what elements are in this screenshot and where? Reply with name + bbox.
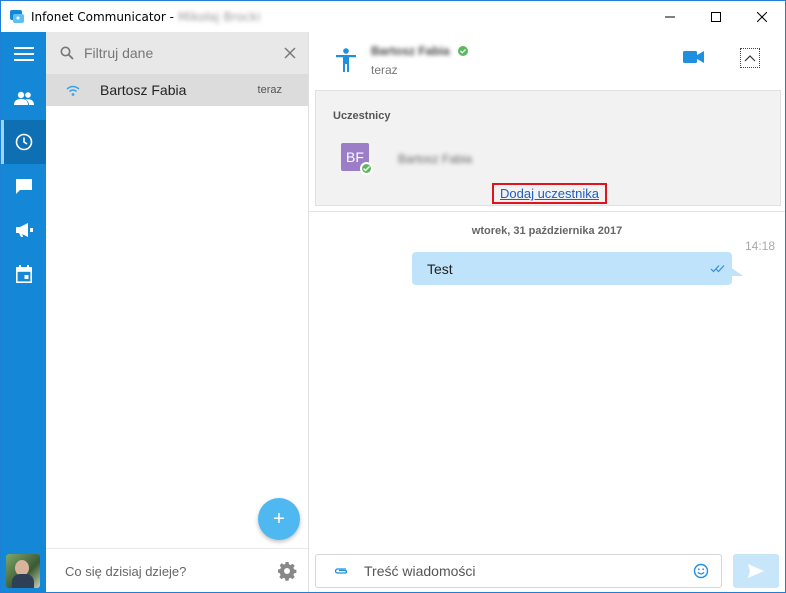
filter-bar: Filtruj dane [46,32,308,74]
sidebar-item-announcements[interactable] [1,208,46,252]
add-participant-link[interactable]: Dodaj uczestnika [492,183,607,204]
paperclip-icon[interactable] [334,566,348,576]
gear-icon[interactable] [277,561,297,581]
message-input[interactable] [364,563,693,579]
window-controls [647,1,785,32]
participant-avatar[interactable]: BF [341,143,373,175]
sidebar-item-menu[interactable] [1,32,46,76]
send-button[interactable] [733,554,779,588]
chat-header-status: teraz [371,63,398,77]
chevron-up-icon [744,55,756,62]
collapse-participants-button[interactable] [740,48,760,68]
participants-title: Uczestnicy [333,110,391,122]
maximize-icon [711,11,721,22]
app-window: Infonet Communicator - Mikołaj Brocki Fi… [0,0,786,593]
minimize-button[interactable] [647,1,693,32]
sidebar-item-recent[interactable] [1,120,46,164]
sidebar-item-calendar[interactable] [1,252,46,296]
close-icon [757,11,767,22]
window-title: Infonet Communicator - [31,9,174,24]
person-icon [336,47,356,72]
emoji-icon[interactable] [693,563,709,579]
user-avatar[interactable] [6,554,40,588]
message-bubble[interactable]: Test [412,252,732,285]
message-bubble-tail [729,266,743,276]
recent-clock-icon [15,133,32,151]
online-status-icon [66,85,80,96]
chat-icon [15,179,32,194]
megaphone-icon [15,223,33,237]
conversation-item[interactable]: Bartosz Fabia teraz [46,74,308,106]
status-input[interactable]: Co się dzisiaj dzieje? [65,564,277,579]
date-separator: wtorek, 31 października 2017 [471,225,623,237]
participant-name: Bartosz Fabia [398,152,473,166]
status-bar: Co się dzisiaj dzieje? [46,548,308,592]
close-button[interactable] [739,1,785,32]
read-ticks-icon [710,265,725,273]
conversation-time: teraz [257,84,282,96]
title-bar: Infonet Communicator - Mikołaj Brocki [1,1,785,32]
participants-panel: Uczestnicy BF Bartosz Fabia Dodaj uczest… [315,90,781,206]
sidebar-item-chats[interactable] [1,164,46,208]
conversation-list-panel: Filtruj dane Bartosz Fabia teraz + Co si… [46,32,309,592]
window-title-user: Mikołaj Brocki [177,9,261,24]
message-composer [315,554,722,588]
message-text: Test [427,260,453,277]
divider [309,211,785,212]
contacts-icon [13,91,34,105]
chat-header: Bartosz Fabia teraz [309,32,785,87]
conversation-name: Bartosz Fabia [100,82,187,98]
clear-filter-icon[interactable] [284,47,296,59]
chat-header-info: Bartosz Fabia teraz [371,42,469,77]
message-time: 14:18 [745,239,776,253]
sidebar-item-contacts[interactable] [1,76,46,120]
search-icon [60,46,74,60]
video-camera-icon [683,51,704,63]
menu-icon [13,47,34,61]
sidebar-rail [1,32,46,592]
filter-input[interactable]: Filtruj dane [84,45,284,61]
minimize-icon [665,16,675,17]
send-icon [748,564,764,578]
chat-header-name: Bartosz Fabia [371,44,450,58]
calendar-icon [15,265,32,283]
app-logo-icon [10,9,24,23]
chat-panel: Bartosz Fabia teraz Uczestnicy BF Bartos… [309,32,785,592]
check-icon [363,166,370,172]
maximize-button[interactable] [693,1,739,32]
online-check-icon [458,45,469,56]
video-call-button[interactable] [683,50,705,69]
new-conversation-button[interactable]: + [258,498,300,540]
online-badge-icon [360,162,373,175]
